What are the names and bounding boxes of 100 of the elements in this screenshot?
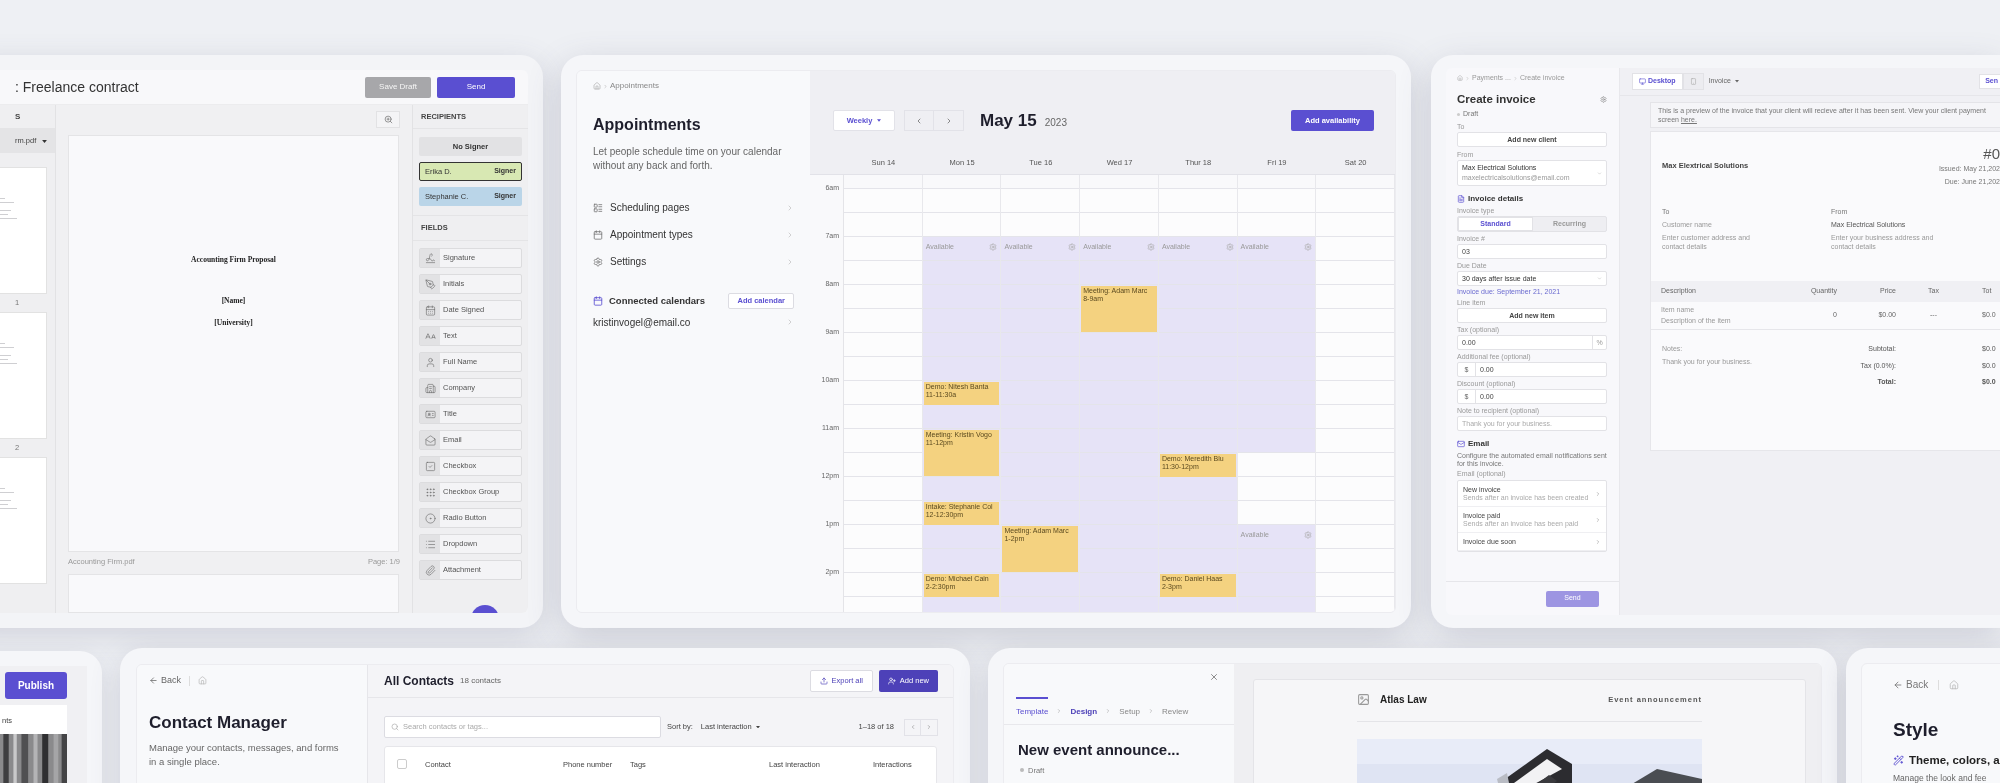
id-card-icon bbox=[424, 408, 436, 420]
list-icon bbox=[593, 202, 603, 213]
section-title: Theme, colors, a bbox=[1909, 752, 2000, 768]
zoom-button[interactable] bbox=[376, 111, 400, 128]
envelope-icon bbox=[424, 434, 436, 446]
chevron-icon bbox=[786, 203, 794, 212]
select-all-checkbox[interactable] bbox=[397, 759, 407, 769]
search-icon bbox=[391, 723, 399, 731]
next-button[interactable] bbox=[934, 110, 964, 132]
calendar-year: 2023 bbox=[1044, 115, 1067, 130]
home-icon[interactable] bbox=[198, 676, 207, 686]
section-description: Manage the look and fee bbox=[1893, 771, 1988, 783]
home-icon[interactable] bbox=[1949, 679, 1960, 690]
email-title: New event announce... bbox=[1017, 740, 1181, 760]
gear-icon[interactable] bbox=[1304, 531, 1313, 540]
gear-icon[interactable] bbox=[1225, 243, 1234, 252]
arrow-left-icon bbox=[149, 676, 158, 686]
chevron-icon bbox=[1595, 490, 1601, 497]
step-tab[interactable]: Setup bbox=[1119, 696, 1141, 725]
step-tab[interactable]: Review bbox=[1162, 696, 1189, 725]
arrow-left-icon bbox=[1893, 679, 1903, 690]
gear-icon[interactable] bbox=[989, 243, 998, 252]
caret-icon bbox=[755, 725, 760, 729]
chevron-icon bbox=[1595, 538, 1601, 545]
back-button[interactable]: Back bbox=[149, 674, 181, 688]
chevron-icon bbox=[1056, 707, 1063, 714]
document-icon bbox=[1457, 195, 1465, 204]
chevron-icon bbox=[786, 230, 794, 239]
add-user-icon bbox=[887, 677, 896, 685]
text-size-icon bbox=[424, 330, 436, 342]
section-title: Connected calendars bbox=[609, 293, 706, 308]
image-icon bbox=[1357, 693, 1370, 706]
chevron-icon bbox=[1105, 707, 1112, 714]
previous-button[interactable] bbox=[904, 110, 934, 132]
gear-icon[interactable] bbox=[1600, 95, 1607, 103]
building-icon bbox=[424, 382, 436, 394]
chevron-icon bbox=[786, 257, 794, 266]
chevron-icon bbox=[786, 318, 794, 326]
radio-icon bbox=[424, 512, 436, 524]
contact-count: 18 contacts bbox=[460, 675, 501, 687]
back-button[interactable]: Back bbox=[1893, 677, 1929, 692]
chevron-icon bbox=[1595, 516, 1601, 523]
page-description: Manage your contacts, messages, and forms in a single place. bbox=[149, 741, 340, 769]
page-title: Contact Manager bbox=[149, 711, 288, 734]
close-icon[interactable] bbox=[1209, 672, 1219, 682]
section-title: Invoice details bbox=[1468, 193, 1524, 206]
pen-icon bbox=[424, 278, 436, 290]
nav-item[interactable]: Scheduling pages bbox=[593, 198, 794, 217]
home-icon[interactable] bbox=[1457, 75, 1463, 82]
gear-icon[interactable] bbox=[1304, 243, 1313, 252]
panel-heading: S bbox=[15, 110, 21, 123]
brand-name: Atlas Law bbox=[1380, 693, 1427, 707]
checkbox-icon bbox=[424, 460, 436, 472]
invoice-number: #0 bbox=[1983, 146, 2000, 161]
step-tab[interactable]: Template bbox=[1016, 696, 1049, 725]
signature-icon bbox=[424, 252, 436, 264]
gear-icon bbox=[593, 256, 603, 267]
nav-item[interactable]: Settings bbox=[593, 252, 794, 271]
chevron-right-icon bbox=[926, 724, 932, 730]
page-title: Create invoice bbox=[1457, 91, 1536, 107]
document-title: : Freelance contract bbox=[15, 77, 139, 97]
chevron-icon bbox=[1148, 707, 1155, 714]
zoom-icon bbox=[383, 115, 393, 124]
chevron-icon bbox=[603, 83, 608, 89]
calendar-icon bbox=[593, 296, 603, 306]
action-button[interactable]: Send bbox=[437, 76, 515, 98]
device-tab[interactable] bbox=[1682, 73, 1704, 90]
page-title: Style bbox=[1893, 718, 1940, 742]
calendar-icon bbox=[424, 304, 436, 316]
paperclip-icon bbox=[424, 564, 436, 576]
page-title: Appointments bbox=[593, 115, 702, 135]
caret-icon bbox=[1734, 80, 1739, 83]
monitor-icon bbox=[1639, 78, 1646, 85]
mail-icon bbox=[1457, 440, 1465, 449]
calendar-account[interactable]: kristinvogel@email.co bbox=[593, 315, 794, 329]
calendar-date: May 15 bbox=[980, 110, 1037, 132]
caret-icon bbox=[42, 139, 47, 143]
calendar-icon bbox=[593, 229, 603, 240]
caret-icon bbox=[877, 119, 882, 123]
gear-icon[interactable] bbox=[1146, 243, 1155, 252]
nav-item[interactable]: Appointment types bbox=[593, 225, 794, 244]
page-description: Let people schedule time on your calendar without any back and forth. bbox=[593, 145, 783, 173]
step-tab[interactable]: Design bbox=[1070, 696, 1098, 725]
phone-icon bbox=[1689, 78, 1697, 85]
list-icon bbox=[424, 538, 436, 550]
breadcrumb-link[interactable]: Appointments bbox=[610, 80, 659, 92]
next-button[interactable] bbox=[921, 718, 938, 736]
chevron-icon bbox=[1597, 276, 1602, 282]
gear-icon[interactable] bbox=[1068, 243, 1077, 252]
dots-grid-icon bbox=[424, 486, 436, 498]
chevron-left-icon bbox=[909, 724, 916, 730]
wand-icon bbox=[1893, 754, 1904, 766]
list-title: All Contacts bbox=[384, 673, 454, 690]
previous-button[interactable] bbox=[904, 718, 921, 736]
section-title: Email bbox=[1468, 438, 1490, 451]
home-icon[interactable] bbox=[593, 82, 601, 90]
chevron-left-icon bbox=[915, 116, 923, 125]
export-icon bbox=[819, 677, 828, 685]
user-icon bbox=[424, 356, 436, 368]
publish-button[interactable]: Publish bbox=[5, 672, 67, 699]
